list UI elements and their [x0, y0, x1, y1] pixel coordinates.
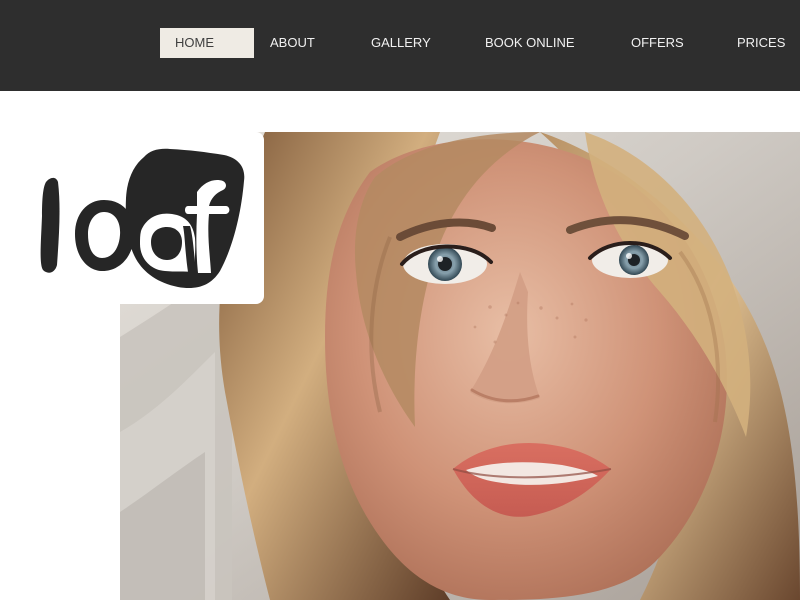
nav-item-gallery[interactable]: GALLERY: [371, 28, 451, 58]
nav-item-offers[interactable]: OFFERS: [631, 28, 701, 58]
loaf-logo: [40, 148, 245, 289]
nav-item-prices[interactable]: PRICES: [737, 28, 800, 58]
nav-item-home[interactable]: HOME: [160, 28, 254, 58]
top-navigation-bar: HOME ABOUT GALLERY BOOK ONLINE OFFERS PR…: [0, 0, 800, 91]
main-navigation: HOME ABOUT GALLERY BOOK ONLINE OFFERS PR…: [0, 28, 800, 58]
nav-item-book-online[interactable]: BOOK ONLINE: [485, 28, 595, 58]
logo-card[interactable]: loaf: [0, 132, 264, 304]
nav-item-about[interactable]: ABOUT: [270, 28, 340, 58]
